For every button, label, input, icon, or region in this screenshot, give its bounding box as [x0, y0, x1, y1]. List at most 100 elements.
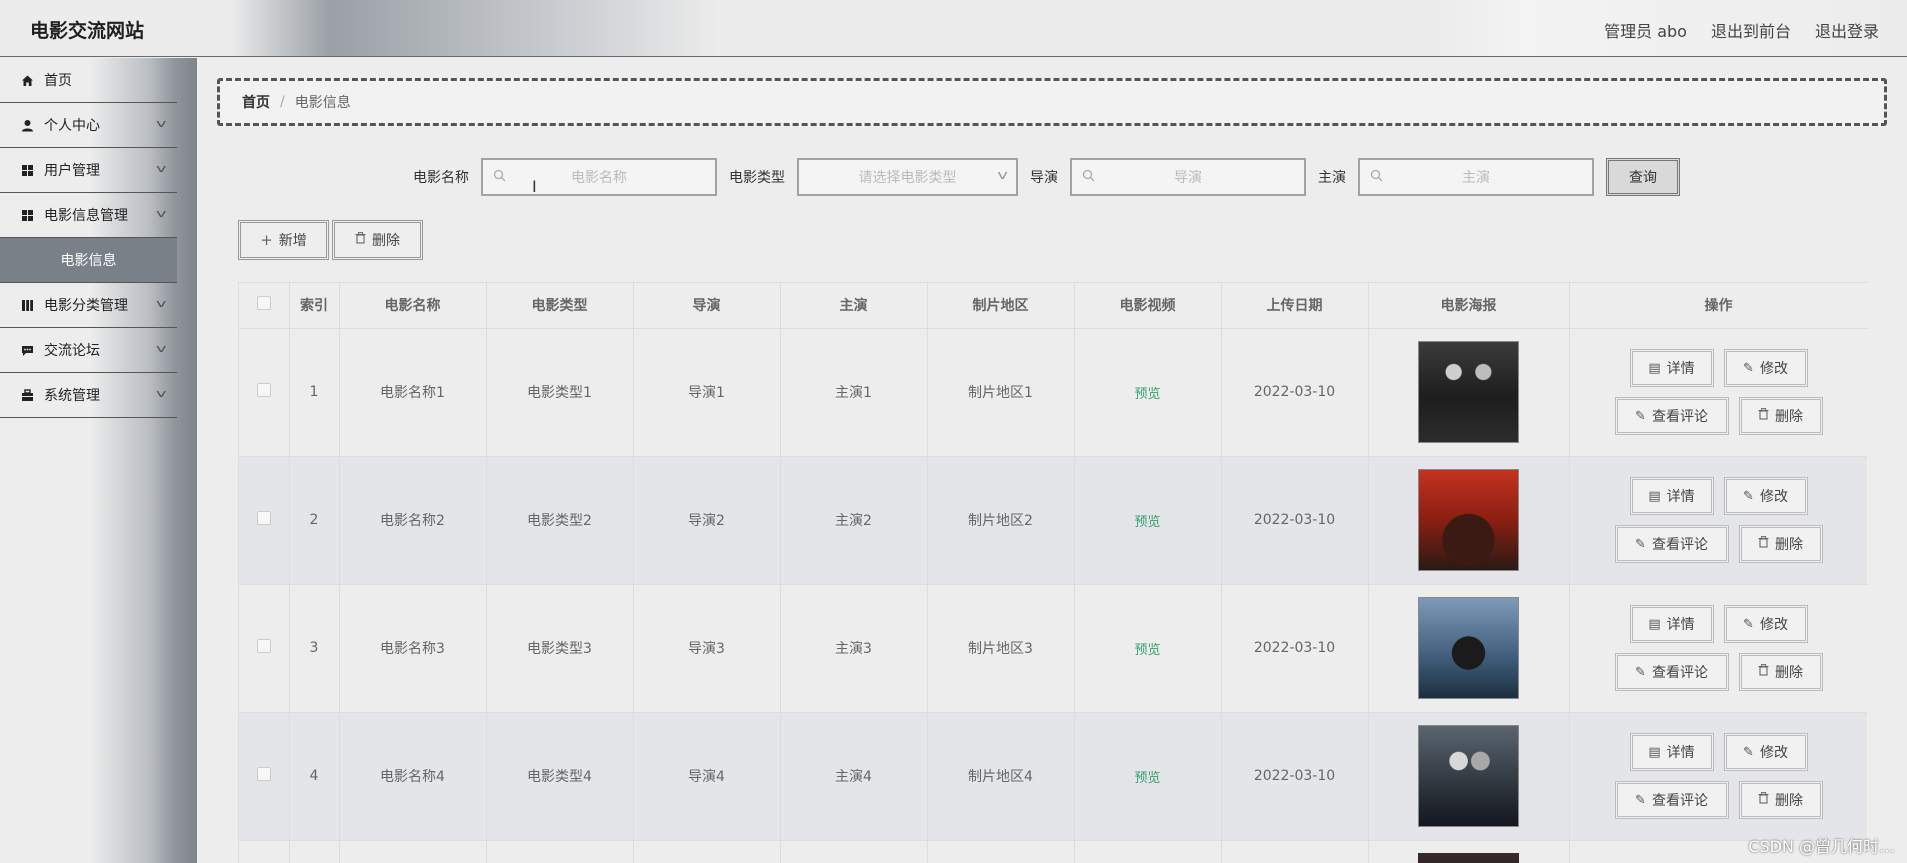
index-cell: 1: [289, 328, 340, 457]
video-preview-link[interactable]: 预览: [1134, 643, 1160, 658]
top-header: 电影交流网站 管理员 abo 退出到前台 退出登录: [0, 0, 1907, 57]
sidebar-item-movie-info[interactable]: 电影信息管理 v: [0, 193, 177, 238]
movie-type-cell: 电影类型1: [486, 328, 634, 457]
row-delete-button[interactable]: 删除: [1738, 653, 1823, 691]
detail-button[interactable]: ▤ 详情: [1629, 733, 1714, 771]
movie-poster-image[interactable]: [1418, 469, 1519, 571]
detail-button[interactable]: ▤ 详情: [1629, 605, 1714, 643]
edit-button-label: 修改: [1759, 489, 1788, 505]
view-comments-button-label: 查看评论: [1651, 409, 1708, 425]
detail-button[interactable]: ▤ 详情: [1629, 477, 1714, 515]
sidebar-item-forum[interactable]: 交流论坛 v: [0, 328, 177, 373]
row-checkbox[interactable]: [256, 511, 271, 525]
movie-poster-image[interactable]: [1418, 725, 1519, 827]
row-select-cell[interactable]: [239, 584, 290, 713]
select-all-cell[interactable]: [239, 283, 290, 329]
video-preview-link[interactable]: 预览: [1134, 771, 1160, 786]
query-button[interactable]: 查询: [1606, 158, 1680, 196]
logout-link[interactable]: 退出登录: [1815, 18, 1879, 42]
trash-icon: [1758, 792, 1769, 808]
sidebar-item-category[interactable]: 电影分类管理 v: [0, 283, 177, 328]
edit-icon: ✎: [1743, 616, 1754, 632]
row-delete-button[interactable]: 删除: [1738, 397, 1823, 435]
detail-button-label: 详情: [1666, 745, 1695, 761]
edit-button[interactable]: ✎ 修改: [1723, 605, 1808, 643]
sidebar-item-home[interactable]: 首页: [0, 58, 177, 103]
column-header: 电影名称: [339, 283, 487, 329]
region-cell: 制片地区1: [927, 328, 1075, 457]
sidebar-menu: 首页 个人中心 v 用户管理 v 电影信息管理 v 电影信息 电影分类管理 v …: [0, 58, 177, 418]
movie-name-input[interactable]: 电影名称: [481, 158, 717, 196]
row-delete-button[interactable]: 删除: [1738, 781, 1823, 819]
view-comments-button[interactable]: ✎ 查看评论: [1614, 397, 1729, 435]
add-button[interactable]: + 新增: [238, 220, 329, 260]
trash-icon: [1758, 408, 1769, 424]
index-cell: 2: [289, 456, 340, 585]
movie-poster-image[interactable]: [1418, 852, 1519, 863]
view-comments-button[interactable]: ✎ 查看评论: [1614, 781, 1729, 819]
row-select-cell[interactable]: [239, 712, 290, 841]
sidebar-item-users[interactable]: 用户管理 v: [0, 148, 177, 193]
sidebar-item-label: 电影分类管理: [44, 298, 128, 314]
sidebar-item-profile[interactable]: 个人中心 v: [0, 103, 177, 148]
sidebar-item-system[interactable]: 系统管理 v: [0, 373, 177, 418]
table-cell: [1221, 840, 1369, 863]
poster-cell: [1368, 584, 1570, 713]
operations-cell: ▤ 详情 ✎ 修改 ✎ 查看评论 删除: [1569, 712, 1867, 841]
delete-button-label: 删除: [1775, 537, 1803, 553]
trash-icon: [355, 232, 366, 248]
video-preview-link[interactable]: 预览: [1134, 387, 1160, 402]
region-cell: 制片地区3: [927, 584, 1075, 713]
index-cell: 4: [289, 712, 340, 841]
table-actions: + 新增 删除: [238, 220, 423, 260]
edit-button[interactable]: ✎ 修改: [1723, 349, 1808, 387]
sidebar-subitem-movie-info[interactable]: 电影信息: [0, 238, 177, 283]
view-comments-button[interactable]: ✎ 查看评论: [1614, 653, 1729, 691]
site-brand: 电影交流网站: [30, 20, 145, 42]
row-select-cell[interactable]: [239, 328, 290, 457]
actor-placeholder: 主演: [1462, 170, 1490, 186]
edit-icon: ✎: [1635, 408, 1646, 424]
video-preview-link[interactable]: 预览: [1134, 515, 1160, 530]
movie-type-placeholder: 请选择电影类型: [858, 170, 957, 186]
delete-button-label: 删除: [1775, 793, 1803, 809]
view-comments-button[interactable]: ✎ 查看评论: [1614, 525, 1729, 563]
bulk-delete-button[interactable]: 删除: [332, 220, 423, 260]
region-cell: 制片地区4: [927, 712, 1075, 841]
actor-input[interactable]: 主演: [1358, 158, 1594, 196]
back-to-front-link[interactable]: 退出到前台: [1711, 18, 1791, 42]
document-icon: ▤: [1648, 488, 1661, 504]
select-all-checkbox[interactable]: [256, 296, 271, 311]
table-cell: [1074, 840, 1222, 863]
view-comments-button-label: 查看评论: [1651, 665, 1708, 681]
document-icon: ▤: [1648, 616, 1661, 632]
detail-button-label: 详情: [1666, 489, 1695, 505]
movie-type-select[interactable]: 请选择电影类型 v: [797, 158, 1018, 196]
movie-poster-image[interactable]: [1418, 341, 1519, 443]
edit-icon: ✎: [1635, 536, 1646, 552]
poster-cell: [1368, 456, 1570, 585]
edit-button[interactable]: ✎ 修改: [1723, 733, 1808, 771]
video-cell: 预览: [1074, 456, 1222, 585]
row-checkbox[interactable]: [256, 767, 271, 781]
column-header: 电影类型: [486, 283, 634, 329]
table-cell: [289, 840, 340, 863]
row-delete-button[interactable]: 删除: [1738, 525, 1823, 563]
breadcrumb-separator: /: [280, 94, 285, 110]
edit-button[interactable]: ✎ 修改: [1723, 477, 1808, 515]
row-checkbox[interactable]: [256, 383, 271, 397]
movie-poster-image[interactable]: [1418, 597, 1519, 699]
column-header: 主演: [780, 283, 928, 329]
director-cell: 导演4: [633, 712, 781, 841]
breadcrumb-home[interactable]: 首页: [242, 92, 270, 112]
row-select-cell[interactable]: [239, 456, 290, 585]
search-icon: [1370, 169, 1383, 186]
actor-label: 主演: [1318, 170, 1346, 186]
detail-button[interactable]: ▤ 详情: [1629, 349, 1714, 387]
sidebar-item-label: 个人中心: [44, 118, 100, 134]
director-input[interactable]: 导演: [1070, 158, 1306, 196]
date-cell: 2022-03-10: [1221, 712, 1369, 841]
table-cell: [239, 840, 290, 863]
row-checkbox[interactable]: [256, 639, 271, 653]
sidebar-item-label: 电影信息管理: [44, 208, 128, 224]
